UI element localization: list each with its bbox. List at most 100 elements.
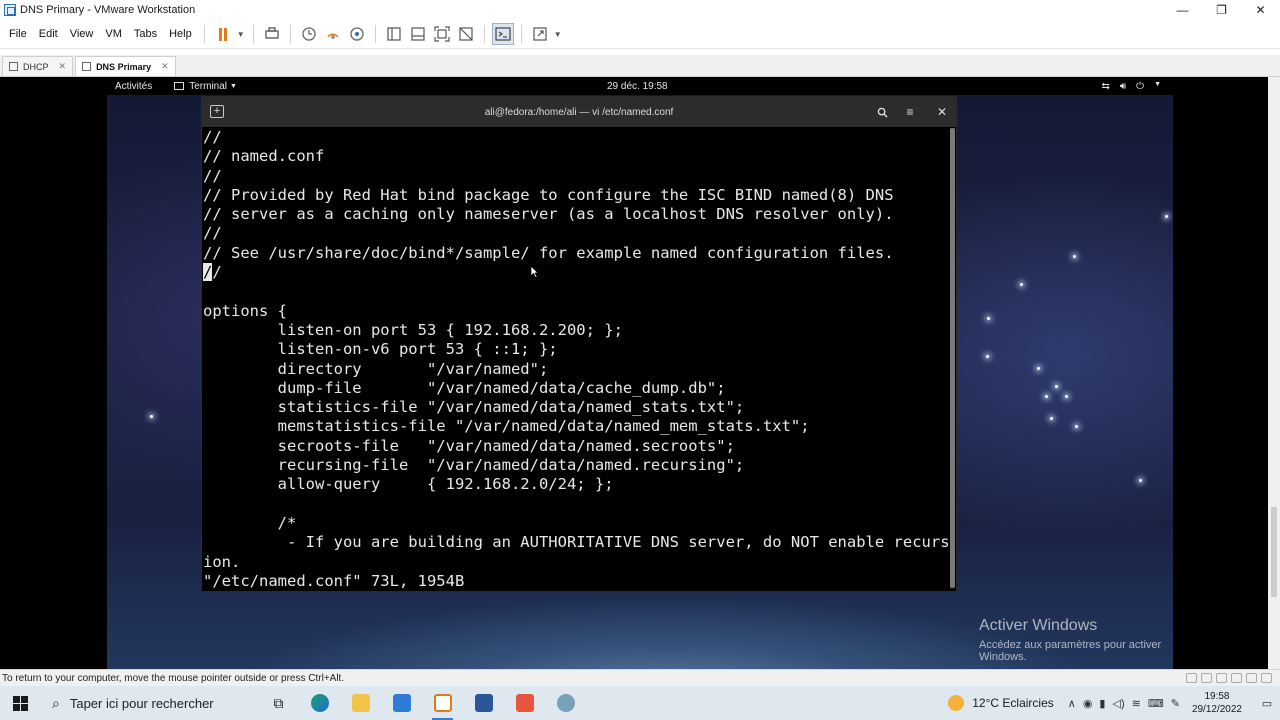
thumbnail-bar-icon[interactable] [407, 23, 429, 45]
tab-label: DHCP [23, 61, 49, 72]
cursor-line-rest: / [212, 263, 222, 282]
close-icon[interactable]: ✕ [931, 102, 953, 122]
chevron-up-icon[interactable]: ∧ [1068, 697, 1076, 710]
taskbar-search[interactable]: ⌕ Taper ici pour rechercher [40, 686, 258, 720]
menu-tabs[interactable]: Tabs [128, 23, 163, 45]
usb-icon[interactable] [1231, 673, 1242, 683]
terminal-line: // See /usr/share/doc/bind*/sample/ for … [203, 243, 894, 262]
menu-toolbar: File Edit View VM Tabs Help ▼ ▼ [0, 20, 1280, 49]
minimize-button[interactable]: — [1163, 0, 1202, 20]
search-icon: ⌕ [52, 694, 60, 711]
star-decoration [150, 415, 153, 418]
menu-edit[interactable]: Edit [33, 23, 64, 45]
hamburger-menu-icon[interactable]: ≡ [899, 102, 921, 122]
star-decoration [1139, 479, 1142, 482]
revert-snapshot-icon[interactable] [322, 23, 344, 45]
menu-file[interactable]: File [3, 23, 33, 45]
terminal-window[interactable]: + ali@fedora:/home/ali — vi /etc/named.c… [201, 96, 957, 592]
network-adapter-icon[interactable] [1216, 673, 1227, 683]
tab-close-icon[interactable]: ✕ [59, 61, 67, 72]
bluetooth-icon[interactable]: ▮ [1099, 697, 1105, 710]
menu-vm[interactable]: VM [99, 23, 128, 45]
system-tray[interactable]: ⇆ 🔊︎ ⏻ ▼ [1101, 81, 1161, 92]
taskbar-clock[interactable]: 19:58 29/12/2022 [1192, 690, 1242, 716]
task-view-button[interactable]: ⧉ [258, 686, 299, 720]
console-scrollbar[interactable] [1268, 77, 1280, 669]
wifi-icon[interactable]: ≋ [1132, 697, 1141, 710]
star-decoration [1055, 385, 1058, 388]
window-title: DNS Primary - VMware Workstation [20, 4, 196, 16]
terminal-line: - If you are building an AUTHORITATIVE D… [203, 533, 950, 552]
terminal-line: // Provided by Red Hat bind package to c… [203, 185, 894, 204]
volume-icon[interactable]: ◁) [1112, 697, 1124, 710]
console-view-icon[interactable] [491, 23, 514, 45]
menu-view[interactable]: View [64, 23, 100, 45]
terminal-header: + ali@fedora:/home/ali — vi /etc/named.c… [202, 97, 956, 127]
toolbar-separator [483, 25, 485, 43]
terminal-content[interactable]: //// named.conf//// Provided by Red Hat … [202, 128, 950, 593]
guest-clock[interactable]: 29 déc. 19:58 [607, 81, 668, 92]
start-button[interactable] [0, 686, 40, 720]
unity-icon[interactable] [455, 23, 477, 45]
stretch-guest-icon[interactable] [529, 23, 551, 45]
pause-dropdown-icon[interactable]: ▼ [236, 23, 246, 45]
close-button[interactable]: ✕ [1241, 0, 1280, 20]
edge-button[interactable] [299, 686, 340, 720]
full-screen-icon[interactable] [431, 23, 453, 45]
guest-top-bar: Activités Terminal ▼ 29 déc. 19:58 ⇆ 🔊︎ … [107, 77, 1173, 95]
show-library-icon[interactable] [383, 23, 405, 45]
terminal-scrollbar[interactable] [950, 128, 955, 588]
terminal-line: // [203, 166, 222, 185]
snapshot-icon[interactable] [298, 23, 320, 45]
send-ctrl-alt-del-icon[interactable] [261, 23, 283, 45]
terminal-line: memstatistics-file "/var/named/data/name… [203, 417, 810, 436]
star-decoration [1165, 215, 1168, 218]
store-icon [392, 694, 411, 712]
hdd-icon[interactable] [1186, 673, 1197, 683]
window-titlebar: DNS Primary - VMware Workstation — ❐ ✕ [0, 0, 1280, 20]
mouse-pointer-icon [531, 266, 539, 278]
app-menu[interactable]: Terminal ▼ [174, 81, 237, 92]
notification-icon[interactable]: ▭ [1254, 686, 1280, 720]
pen-icon[interactable]: ✎ [1171, 697, 1180, 710]
terminal-line: // server as a caching only nameserver (… [203, 205, 894, 224]
vmware-button[interactable] [422, 686, 463, 720]
chevron-down-icon: ▼ [1154, 80, 1161, 88]
tab-dns-primary[interactable]: DNS Primary ✕ [75, 56, 176, 76]
app-button[interactable] [545, 686, 586, 720]
keyboard-icon[interactable]: ⌨ [1148, 697, 1164, 710]
scrollbar-thumb[interactable] [950, 128, 955, 588]
menu-help[interactable]: Help [163, 23, 198, 45]
terminal-line: // [203, 263, 950, 282]
display-icon[interactable] [1261, 673, 1272, 683]
weather-widget[interactable]: 12°C Eclaircies [948, 695, 1054, 711]
toolbar-separator [289, 25, 291, 43]
cd-icon[interactable] [1201, 673, 1212, 683]
power-icon: ⏻ [1136, 80, 1145, 92]
stretch-dropdown-icon[interactable]: ▼ [553, 23, 563, 45]
terminal-line: options { [203, 301, 287, 320]
edge-icon [310, 694, 329, 712]
tab-dhcp[interactable]: DHCP ✕ [2, 56, 74, 76]
status-hint: To return to your computer, move the mou… [2, 672, 345, 684]
sound-icon[interactable] [1246, 673, 1257, 683]
star-decoration [1045, 395, 1048, 398]
snapshot-manager-icon[interactable] [346, 23, 368, 45]
tab-close-icon[interactable]: ✕ [161, 61, 169, 72]
terminal-line: dump-file "/var/named/data/cache_dump.db… [203, 378, 726, 397]
store-button[interactable] [381, 686, 422, 720]
star-decoration [1073, 255, 1076, 258]
pause-button[interactable] [212, 23, 234, 45]
file-explorer-button[interactable] [340, 686, 381, 720]
search-placeholder: Taper ici pour rechercher [69, 695, 214, 711]
scrollbar-thumb[interactable] [1271, 507, 1277, 597]
word-button[interactable] [463, 686, 504, 720]
search-icon[interactable] [871, 102, 893, 122]
app-menu-label: Terminal [189, 80, 228, 92]
maximize-button[interactable]: ❐ [1202, 0, 1241, 20]
window-controls: — ❐ ✕ [1163, 0, 1280, 20]
camera-icon[interactable]: ◉ [1083, 697, 1093, 710]
system-tray: 12°C Eclaircies ∧ ◉ ▮ ◁) ≋ ⌨ ✎ 19:58 29/… [948, 686, 1280, 720]
app-button[interactable] [504, 686, 545, 720]
activities-button[interactable]: Activités [115, 81, 152, 92]
